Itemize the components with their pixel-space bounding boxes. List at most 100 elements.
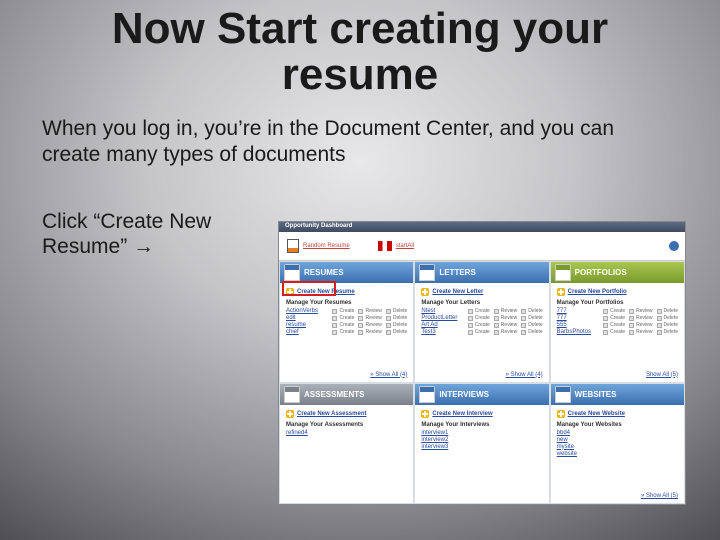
item-op[interactable]: Review — [629, 322, 652, 328]
item-link[interactable]: mysite — [557, 444, 574, 450]
item-op[interactable]: Create — [603, 329, 625, 335]
card-header: RESUMES — [280, 262, 413, 283]
item-op[interactable]: Create — [332, 308, 354, 314]
list-item: bbd4 — [557, 430, 678, 436]
item-op[interactable]: Review — [358, 315, 381, 321]
list-item: mysite — [557, 444, 678, 450]
item-op[interactable]: Create — [332, 329, 354, 335]
slide-title: Now Start creating your resume — [0, 0, 720, 98]
item-op[interactable]: Review — [358, 329, 381, 335]
item-op[interactable]: Create — [603, 322, 625, 328]
item-op[interactable]: Create — [468, 329, 490, 335]
item-op[interactable]: Create — [603, 308, 625, 314]
item-op[interactable]: Create — [332, 322, 354, 328]
item-op[interactable]: Create — [332, 315, 354, 321]
recent-doc-2[interactable]: startAll — [378, 241, 414, 251]
slide-subtitle: When you log in, you’re in the Document … — [0, 98, 720, 166]
item-link[interactable]: BarbsPhotos — [557, 329, 591, 335]
item-op[interactable]: Create — [468, 315, 490, 321]
show-all-link[interactable] — [280, 497, 413, 503]
item-link[interactable]: 555 — [557, 322, 567, 328]
item-op[interactable]: Delete — [657, 308, 678, 314]
item-op[interactable]: Create — [468, 322, 490, 328]
item-link[interactable]: Art Ad — [421, 322, 437, 328]
item-op[interactable]: Review — [629, 329, 652, 335]
item-op[interactable]: Delete — [386, 308, 407, 314]
item-op[interactable]: Delete — [657, 322, 678, 328]
list-item: Art Ad Create Review Delete — [421, 322, 542, 328]
list-item: refined4 — [286, 430, 407, 436]
list-item: edit Create Review Delete — [286, 315, 407, 321]
show-all-link[interactable] — [415, 497, 548, 503]
create-new-link[interactable]: Create New Letter — [415, 283, 548, 298]
item-op[interactable]: Delete — [521, 308, 542, 314]
item-link[interactable]: ProductLetter — [421, 315, 457, 321]
create-new-link[interactable]: Create New Portfolio — [551, 283, 684, 298]
item-link[interactable]: interview2 — [421, 437, 448, 443]
item-link[interactable]: 777 — [557, 308, 567, 314]
document-icon — [287, 239, 299, 253]
list-item: 777 Create Review Delete — [557, 308, 678, 314]
item-link[interactable]: 777 — [557, 315, 567, 321]
item-op[interactable]: Delete — [521, 315, 542, 321]
item-op[interactable]: Review — [494, 308, 517, 314]
plus-icon — [286, 410, 294, 418]
plus-icon — [557, 410, 565, 418]
app-screenshot: Opportunity Dashboard Random Resume star… — [278, 221, 686, 505]
item-op[interactable]: Review — [494, 322, 517, 328]
plus-icon — [557, 288, 565, 296]
create-new-link[interactable]: Create New Resume — [280, 283, 413, 298]
help-icon[interactable] — [669, 241, 679, 251]
plus-icon — [286, 288, 294, 296]
plus-icon — [421, 288, 429, 296]
create-new-link[interactable]: Create New Website — [551, 405, 684, 420]
item-op[interactable]: Create — [468, 308, 490, 314]
item-link[interactable]: ActionVerbs — [286, 308, 318, 314]
list-item: Test3 Create Review Delete — [421, 329, 542, 335]
item-link[interactable]: new — [557, 437, 568, 443]
folder-icon — [419, 386, 435, 403]
item-op[interactable]: Delete — [521, 322, 542, 328]
list-item: ActionVerbs Create Review Delete — [286, 308, 407, 314]
item-op[interactable]: Delete — [657, 329, 678, 335]
item-link[interactable]: resume — [286, 322, 306, 328]
item-link[interactable]: bbd4 — [557, 430, 570, 436]
item-op[interactable]: Delete — [657, 315, 678, 321]
item-op[interactable]: Delete — [386, 329, 407, 335]
item-op[interactable]: Review — [494, 315, 517, 321]
recent-doc-1[interactable]: Random Resume — [287, 239, 350, 253]
item-link[interactable]: website — [557, 451, 577, 457]
list-item: website — [557, 451, 678, 457]
screenshot-toolbar: Random Resume startAll — [279, 232, 685, 261]
item-op[interactable]: Review — [629, 315, 652, 321]
item-op[interactable]: Review — [358, 322, 381, 328]
show-all-link[interactable]: Show All (5) — [551, 370, 684, 382]
item-op[interactable]: Review — [494, 329, 517, 335]
item-link[interactable]: interview3 — [421, 444, 448, 450]
flag-icon — [378, 241, 392, 251]
item-link[interactable]: chief — [286, 329, 299, 335]
item-op[interactable]: Delete — [386, 322, 407, 328]
create-new-link[interactable]: Create New Interview — [415, 405, 548, 420]
item-op[interactable]: Review — [629, 308, 652, 314]
item-link[interactable]: edit — [286, 315, 296, 321]
dashboard-card: RESUMES Create New Resume Manage Your Re… — [279, 261, 414, 383]
item-op[interactable]: Delete — [521, 329, 542, 335]
dashboard-card: INTERVIEWS Create New Interview Manage Y… — [414, 383, 549, 505]
item-link[interactable]: Test3 — [421, 329, 435, 335]
item-link[interactable]: refined4 — [286, 430, 308, 436]
list-item: 555 Create Review Delete — [557, 322, 678, 328]
create-new-link[interactable]: Create New Assessment — [280, 405, 413, 420]
item-op[interactable]: Delete — [386, 315, 407, 321]
item-op[interactable]: Review — [358, 308, 381, 314]
item-link[interactable]: Ntest — [421, 308, 435, 314]
item-link[interactable]: interview1 — [421, 430, 448, 436]
card-header: ASSESSMENTS — [280, 384, 413, 405]
dashboard-card: LETTERS Create New Letter Manage Your Le… — [414, 261, 549, 383]
show-all-link[interactable]: » Show All (4) — [415, 370, 548, 382]
list-item: new — [557, 437, 678, 443]
show-all-link[interactable]: » Show All (4) — [280, 370, 413, 382]
show-all-link[interactable]: » Show All (5) — [551, 491, 684, 503]
item-op[interactable]: Create — [603, 315, 625, 321]
card-title: LETTERS — [439, 268, 475, 277]
